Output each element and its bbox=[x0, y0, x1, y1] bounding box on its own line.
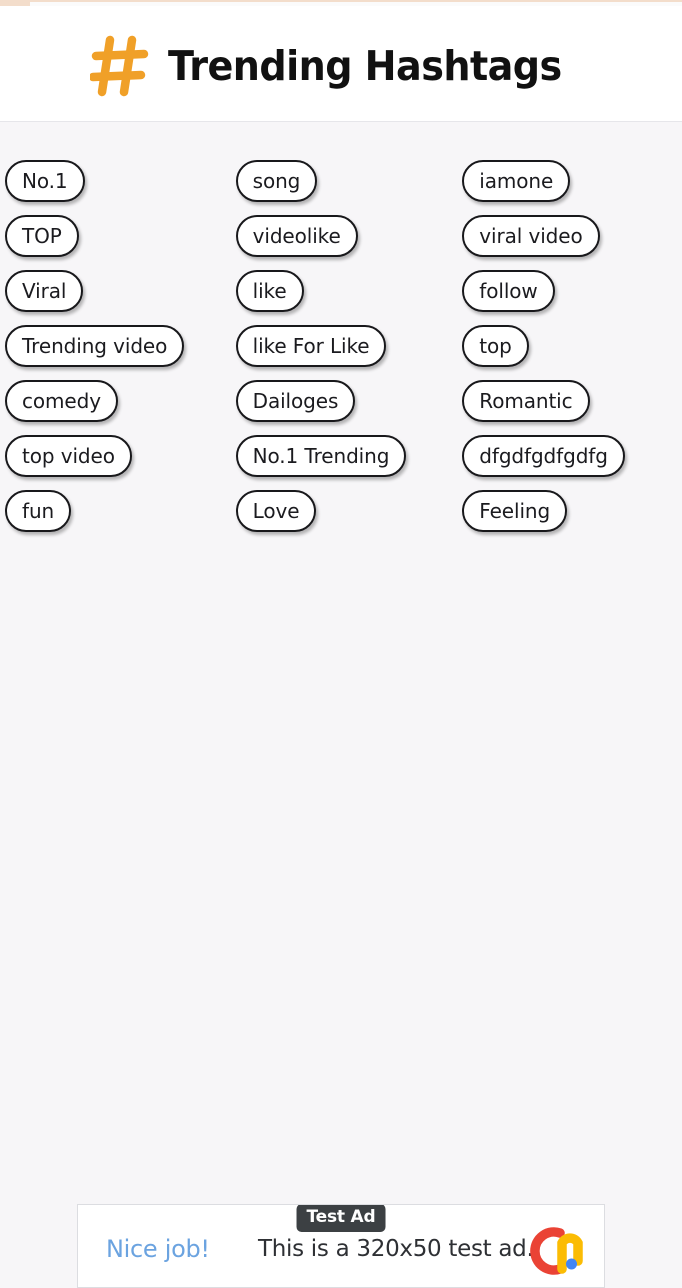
hashtag-chip[interactable]: Feeling bbox=[462, 490, 568, 532]
header-content: Trending Hashtags bbox=[90, 35, 591, 97]
app-header: Trending Hashtags bbox=[0, 6, 682, 122]
hashtag-chip[interactable]: dfgdfgdfgdfg bbox=[462, 435, 625, 477]
hashtag-columns: No.1 TOP Viral Trending video comedy top… bbox=[0, 160, 682, 532]
hashtag-chip[interactable]: comedy bbox=[5, 380, 118, 422]
hashtag-chip[interactable]: follow bbox=[462, 270, 555, 312]
hash-icon bbox=[90, 35, 149, 96]
hashtag-chip[interactable]: like For Like bbox=[235, 325, 387, 367]
hashtag-chip[interactable]: TOP bbox=[5, 215, 79, 257]
ad-banner[interactable]: Test Ad Nice job! This is a 320x50 test … bbox=[77, 1204, 605, 1288]
hashtag-board: No.1 TOP Viral Trending video comedy top… bbox=[0, 123, 682, 1280]
hashtag-chip[interactable]: iamone bbox=[462, 160, 571, 202]
hashtag-chip[interactable]: Dailoges bbox=[235, 380, 356, 422]
hashtag-chip[interactable]: Romantic bbox=[462, 380, 590, 422]
hashtag-chip[interactable]: videolike bbox=[235, 215, 358, 257]
hashtag-chip[interactable]: No.1 bbox=[5, 160, 85, 202]
hashtag-chip[interactable]: top video bbox=[5, 435, 132, 477]
test-ad-badge: Test Ad bbox=[296, 1205, 386, 1232]
hashtag-chip[interactable]: Trending video bbox=[5, 325, 185, 367]
ad-cta-link[interactable]: Nice job! bbox=[106, 1235, 210, 1263]
hashtag-chip[interactable]: viral video bbox=[462, 215, 600, 257]
hashtag-column-1: No.1 TOP Viral Trending video comedy top… bbox=[0, 160, 232, 532]
hashtag-chip[interactable]: Love bbox=[235, 490, 317, 532]
hashtag-chip[interactable]: top bbox=[462, 325, 529, 367]
hashtag-column-2: song videolike like like For Like Dailog… bbox=[232, 160, 461, 532]
hashtag-column-3: iamone viral video follow top Romantic d… bbox=[460, 160, 682, 532]
hashtag-chip[interactable]: like bbox=[235, 270, 304, 312]
hashtag-chip[interactable]: No.1 Trending bbox=[235, 435, 407, 477]
admob-icon bbox=[530, 1227, 583, 1275]
hashtag-chip[interactable]: Viral bbox=[5, 270, 84, 312]
page-title: Trending Hashtags bbox=[168, 41, 563, 90]
ad-body-text: This is a 320x50 test ad. bbox=[258, 1236, 534, 1262]
hashtag-chip[interactable]: fun bbox=[5, 490, 72, 532]
hashtag-chip[interactable]: song bbox=[235, 160, 318, 202]
